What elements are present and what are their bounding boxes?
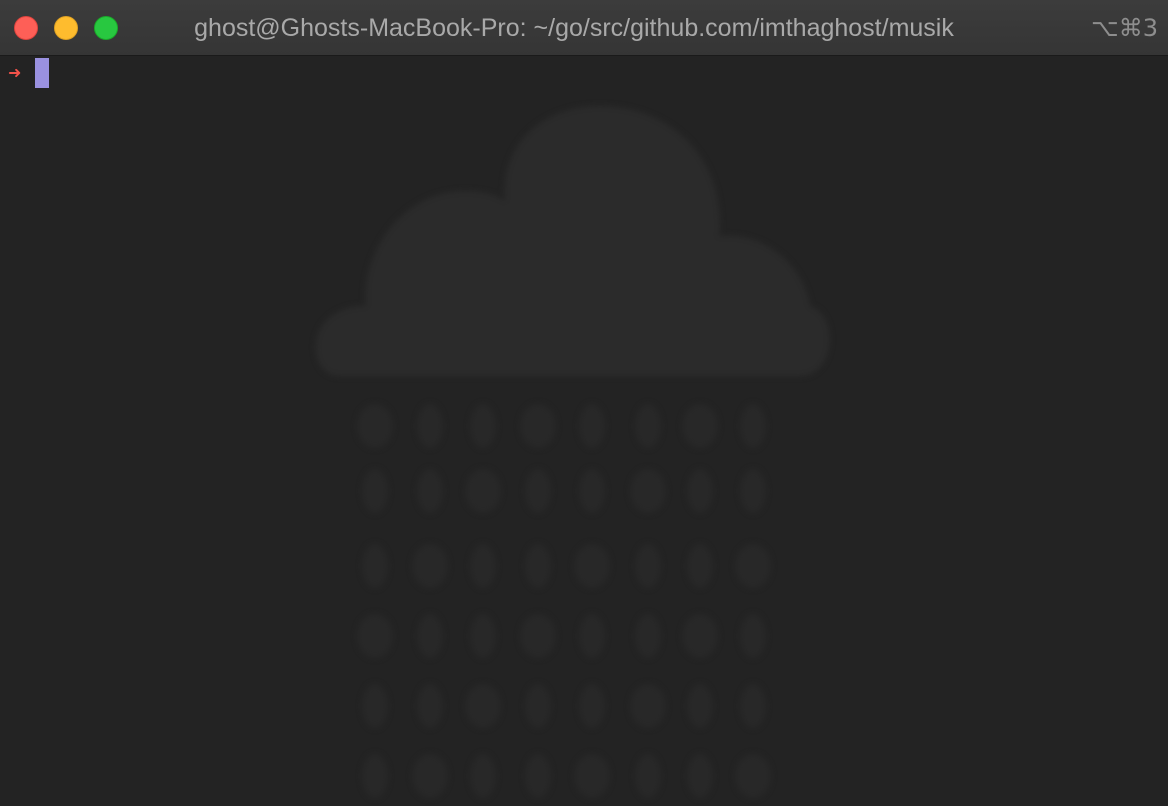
prompt-line[interactable]: ➜ <box>8 56 50 88</box>
rain-drop <box>470 614 496 658</box>
maximize-button[interactable] <box>94 16 118 40</box>
rain-drop <box>735 544 771 588</box>
rain-drop <box>687 469 713 513</box>
rain-drop <box>630 469 666 513</box>
rain-drop <box>357 404 393 448</box>
minimize-button[interactable] <box>54 16 78 40</box>
rain-drop <box>417 614 443 658</box>
rain-drop <box>362 469 388 513</box>
rain-drop <box>635 754 661 798</box>
rain-drop <box>465 469 501 513</box>
rain-drop <box>740 404 766 448</box>
cloud-rain-icon <box>315 106 830 798</box>
rain-drop <box>417 404 443 448</box>
rain-drop <box>635 614 661 658</box>
rain-drop <box>740 684 766 728</box>
rain-drop <box>525 754 551 798</box>
rain-drop <box>412 544 448 588</box>
rain-drop <box>630 684 666 728</box>
close-button[interactable] <box>14 16 38 40</box>
rain-drop <box>465 684 501 728</box>
rain-drop <box>574 754 610 798</box>
rain-drop <box>470 754 496 798</box>
rain-drop <box>520 614 556 658</box>
rain-drop <box>362 754 388 798</box>
rain-drop <box>412 754 448 798</box>
rain-drop <box>574 544 610 588</box>
rain-drop <box>579 404 605 448</box>
rain-drop <box>635 404 661 448</box>
window-title: ghost@Ghosts-MacBook-Pro: ~/go/src/githu… <box>194 14 954 42</box>
rain-drop <box>525 684 551 728</box>
rain-drop <box>525 469 551 513</box>
terminal-window: ghost@Ghosts-MacBook-Pro: ~/go/src/githu… <box>0 0 1168 806</box>
rain-drop <box>635 544 661 588</box>
rain-drop <box>417 469 443 513</box>
title-bar[interactable]: ghost@Ghosts-MacBook-Pro: ~/go/src/githu… <box>0 0 1168 56</box>
rain-drop <box>470 404 496 448</box>
rain-drop <box>687 754 713 798</box>
rain-drop <box>417 684 443 728</box>
prompt-arrow-icon: ➜ <box>8 62 22 82</box>
rain-drop <box>470 544 496 588</box>
rain-drop <box>682 614 718 658</box>
tab-shortcut-label: ⌥⌘3 <box>1091 14 1158 42</box>
rain-drop <box>682 404 718 448</box>
rain-drop <box>579 469 605 513</box>
rain-drop <box>687 684 713 728</box>
rain-drop <box>579 684 605 728</box>
rain-drop <box>357 614 393 658</box>
rain-drop <box>362 544 388 588</box>
rain-drop <box>520 404 556 448</box>
rain-drop <box>735 754 771 798</box>
rain-drop <box>740 469 766 513</box>
rain-drop <box>362 684 388 728</box>
rain-drop <box>525 544 551 588</box>
rain-drop <box>579 614 605 658</box>
rain-drop <box>687 544 713 588</box>
terminal-area[interactable]: ➜ <box>0 56 1168 806</box>
rain-drop <box>740 614 766 658</box>
text-cursor <box>35 58 50 88</box>
